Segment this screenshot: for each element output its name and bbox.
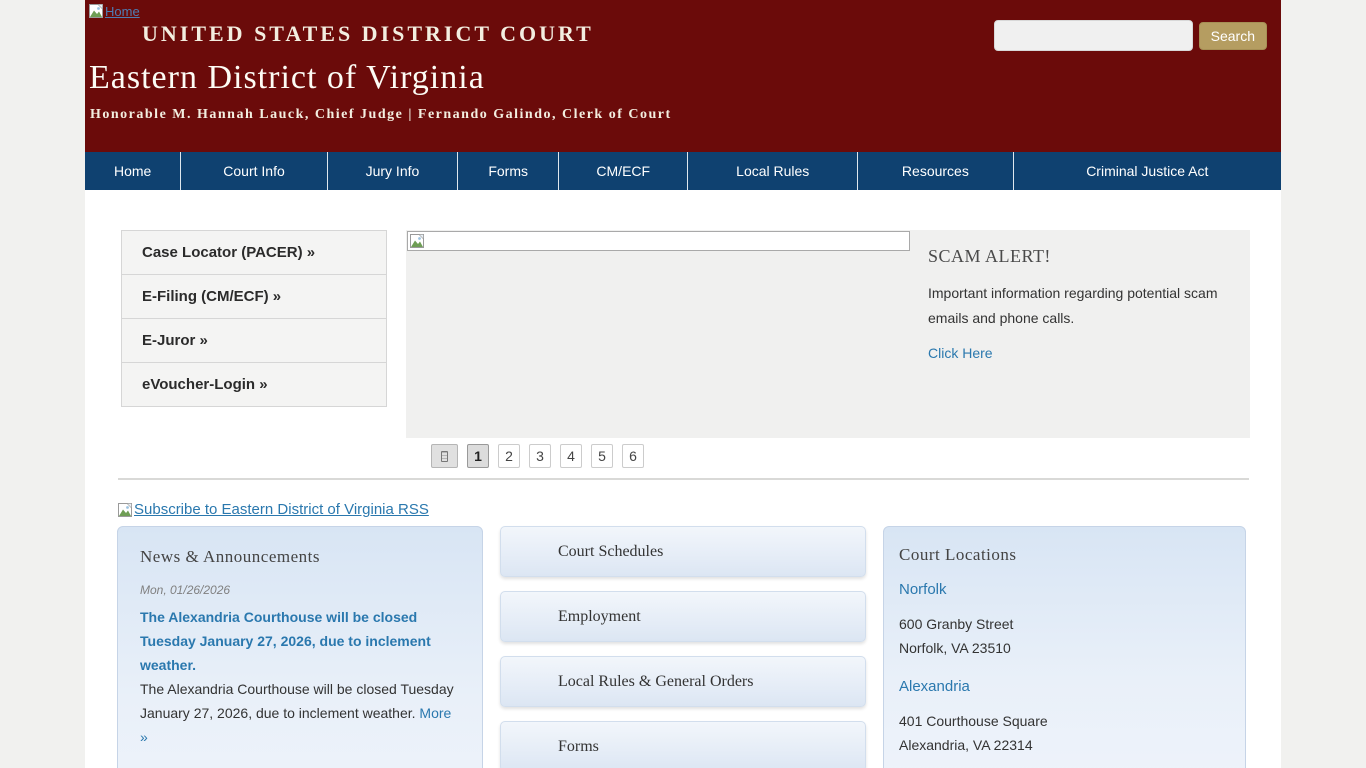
court-locations-panel: Court Locations Norfolk 600 Granby Stree…: [883, 526, 1246, 768]
news-announcements-panel: News & Announcements Mon, 01/26/2026 The…: [117, 526, 483, 768]
site-header: Home UNITED STATES DISTRICT COURT Easter…: [85, 0, 1281, 152]
locations-panel-title: Court Locations: [899, 545, 1227, 565]
nav-item-cmecf[interactable]: CM/ECF: [559, 152, 688, 190]
rss-link-label: Subscribe to Eastern District of Virgini…: [134, 501, 429, 518]
carousel-broken-image[interactable]: [407, 231, 910, 251]
quick-link-case-locator[interactable]: Case Locator (PACER) »: [122, 231, 386, 275]
local-rules-general-orders-button[interactable]: Local Rules & General Orders: [500, 656, 866, 707]
news-item-body-text: The Alexandria Courthouse will be closed…: [140, 681, 454, 721]
address-line-2: Alexandria, VA 22314: [899, 733, 1227, 757]
search-button[interactable]: Search: [1199, 22, 1267, 50]
scam-alert-body: Important information regarding potentia…: [928, 281, 1228, 331]
forms-button[interactable]: Forms: [500, 721, 866, 768]
nav-item-forms[interactable]: Forms: [458, 152, 559, 190]
scam-alert-click-here-link[interactable]: Click Here: [928, 345, 993, 361]
search-input[interactable]: [994, 20, 1193, 51]
news-item-headline-link[interactable]: The Alexandria Courthouse will be closed…: [140, 605, 460, 677]
carousel-pause-button[interactable]: [431, 444, 458, 468]
carousel-slide: SCAM ALERT! Important information regard…: [406, 230, 1250, 438]
quick-link-efiling[interactable]: E-Filing (CM/ECF) »: [122, 275, 386, 319]
missing-glyph-box-icon: [441, 451, 448, 462]
address-line-1: 600 Granby Street: [899, 612, 1227, 636]
news-panel-title: News & Announcements: [140, 547, 460, 567]
nav-item-home[interactable]: Home: [85, 152, 181, 190]
page-container: Home UNITED STATES DISTRICT COURT Easter…: [85, 0, 1281, 768]
employment-button[interactable]: Employment: [500, 591, 866, 642]
nav-item-jury-info[interactable]: Jury Info: [328, 152, 458, 190]
address-line-2: Norfolk, VA 23510: [899, 636, 1227, 660]
quick-link-ejuror[interactable]: E-Juror »: [122, 319, 386, 363]
carousel-column: SCAM ALERT! Important information regard…: [406, 230, 1250, 468]
carousel-page-button-3[interactable]: 3: [529, 444, 551, 468]
location-alexandria-link[interactable]: Alexandria: [899, 678, 1227, 695]
scam-alert-block: SCAM ALERT! Important information regard…: [928, 246, 1228, 363]
broken-image-icon: [410, 234, 424, 248]
address-line-1: 401 Courthouse Square: [899, 709, 1227, 733]
carousel-page-button-4[interactable]: 4: [560, 444, 582, 468]
district-title: Eastern District of Virginia: [89, 59, 1281, 97]
court-schedules-button[interactable]: Court Schedules: [500, 526, 866, 577]
top-row: Case Locator (PACER) » E-Filing (CM/ECF)…: [117, 230, 1250, 468]
nav-item-resources[interactable]: Resources: [858, 152, 1013, 190]
carousel-page-button-5[interactable]: 5: [591, 444, 613, 468]
quick-links-menu: Case Locator (PACER) » E-Filing (CM/ECF)…: [121, 230, 387, 407]
content-area: Case Locator (PACER) » E-Filing (CM/ECF)…: [85, 190, 1281, 768]
quick-link-evoucher[interactable]: eVoucher-Login »: [122, 363, 386, 406]
scam-alert-title: SCAM ALERT!: [928, 246, 1228, 267]
location-norfolk-link[interactable]: Norfolk: [899, 581, 1227, 598]
home-logo-link[interactable]: Home: [89, 4, 140, 19]
search-area: Search: [994, 20, 1267, 51]
carousel-pagination: 1 2 3 4 5 6: [406, 444, 1250, 468]
news-item-body: The Alexandria Courthouse will be closed…: [140, 677, 460, 749]
officials-line: Honorable M. Hannah Lauck, Chief Judge |…: [90, 107, 1281, 123]
carousel-page-button-1[interactable]: 1: [467, 444, 489, 468]
nav-item-criminal-justice-act[interactable]: Criminal Justice Act: [1014, 152, 1281, 190]
home-link-label: Home: [105, 4, 140, 19]
rss-subscribe-link[interactable]: Subscribe to Eastern District of Virgini…: [118, 501, 1250, 518]
nav-item-court-info[interactable]: Court Info: [181, 152, 328, 190]
broken-image-icon: [89, 4, 103, 18]
location-alexandria-address: 401 Courthouse Square Alexandria, VA 223…: [899, 709, 1227, 757]
carousel-page-button-2[interactable]: 2: [498, 444, 520, 468]
center-buttons-column: Court Schedules Employment Local Rules &…: [500, 526, 866, 768]
section-divider: [118, 478, 1249, 480]
carousel-page-button-6[interactable]: 6: [622, 444, 644, 468]
main-nav: Home Court Info Jury Info Forms CM/ECF L…: [85, 152, 1281, 190]
lower-columns: News & Announcements Mon, 01/26/2026 The…: [117, 526, 1250, 768]
location-norfolk-address: 600 Granby Street Norfolk, VA 23510: [899, 612, 1227, 660]
nav-item-local-rules[interactable]: Local Rules: [688, 152, 858, 190]
broken-image-icon: [118, 503, 132, 517]
news-item-date: Mon, 01/26/2026: [140, 583, 460, 597]
